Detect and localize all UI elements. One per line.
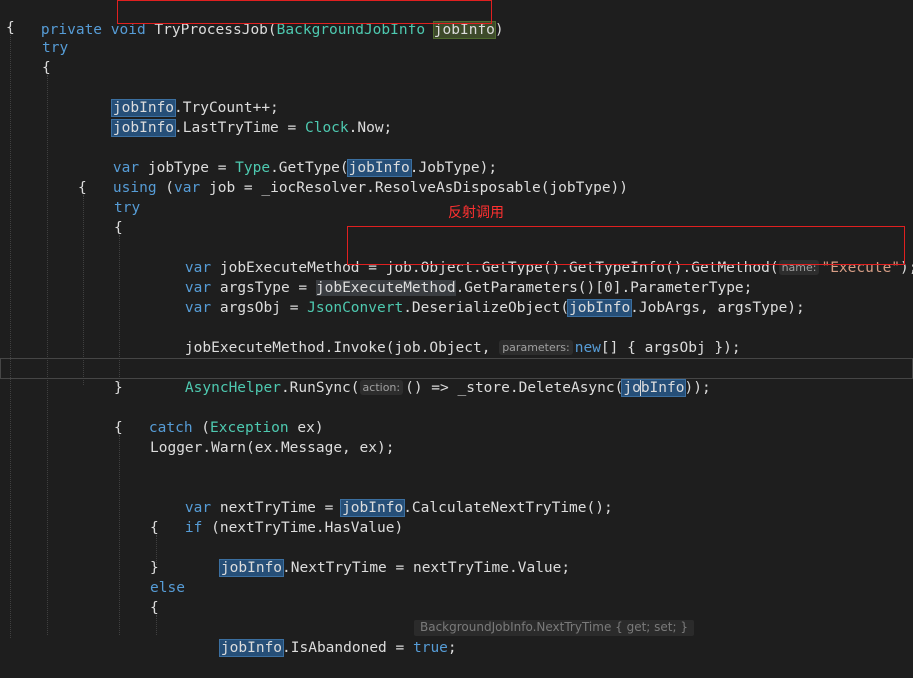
indent-guide — [119, 435, 120, 635]
keyword: new — [574, 340, 601, 356]
code-line-21[interactable]: var nextTryTime = jobInfo.CalculateNextT… — [150, 478, 613, 517]
type-name[interactable]: BackgroundJobInfo — [277, 22, 425, 38]
keyword: true — [412, 640, 448, 656]
code-text: .JobArgs, argsType); — [630, 300, 805, 316]
code-line-6[interactable]: jobInfo.LastTryTime = Clock.Now; — [78, 98, 392, 137]
code-text: argsObj = — [211, 300, 308, 316]
symbol-highlight[interactable]: jobInfo — [110, 119, 177, 137]
code-text: [] { argsObj }); — [600, 340, 741, 356]
code-line-27[interactable]: { — [150, 598, 159, 618]
code-line-3[interactable]: try — [42, 38, 68, 58]
code-line-17[interactable]: } — [114, 378, 123, 398]
code-text: job = _iocResolver.ResolveAsDisposable(j… — [200, 180, 629, 196]
type-name[interactable]: AsyncHelper — [185, 380, 281, 396]
keyword: else — [150, 580, 185, 596]
indent-guide — [156, 615, 157, 635]
symbol-highlight[interactable]: jobInfo — [621, 379, 687, 397]
brace: { — [114, 220, 123, 236]
code-line-14[interactable]: var argsObj = JsonConvert.DeserializeObj… — [150, 278, 805, 317]
code-text: ( — [192, 420, 211, 436]
code-line-16[interactable]: AsyncHelper.RunSync(action:() => _store.… — [150, 358, 711, 397]
keyword: var — [174, 180, 201, 196]
code-line-13[interactable]: var argsType = jobExecuteMethod.GetParam… — [150, 258, 752, 296]
brace: { — [114, 420, 123, 436]
code-text: .LastTryTime = — [174, 120, 305, 136]
brace: { — [6, 20, 15, 36]
keyword: if — [184, 520, 203, 536]
keyword: private — [40, 22, 103, 38]
brace: { — [42, 60, 51, 76]
symbol-highlight[interactable]: jobInfo — [218, 559, 285, 577]
method-name[interactable]: TryProcessJob — [154, 22, 268, 38]
code-text: () => _store.DeleteAsync( — [405, 380, 624, 396]
code-text: (nextTryTime.HasValue) — [202, 520, 404, 536]
brace: { — [150, 520, 159, 536]
keyword: try — [114, 200, 141, 216]
quickinfo-tooltip: BackgroundJobInfo.NextTryTime { get; set… — [414, 620, 694, 636]
symbol-highlight[interactable]: jobInfo — [567, 299, 633, 317]
keyword: catch — [148, 420, 193, 436]
code-line-8[interactable]: using (var job = _iocResolver.ResolveAsD… — [78, 158, 628, 196]
type-name[interactable]: Exception — [210, 420, 289, 436]
annotation-label: 反射调用 — [448, 205, 504, 221]
indent-guide — [47, 75, 48, 635]
code-text: ex) — [288, 420, 324, 436]
code-text: Logger.Warn(ex.Message, ex); — [150, 440, 395, 456]
brace: { — [78, 180, 87, 196]
code-line-11[interactable]: { — [114, 218, 123, 238]
code-text: ; — [447, 640, 457, 656]
code-line-15[interactable]: jobExecuteMethod.Invoke(job.Object, para… — [150, 318, 741, 356]
symbol-highlight[interactable]: jobInfo — [218, 639, 285, 657]
parameter-hint: parameters: — [499, 340, 573, 355]
keyword: try — [42, 40, 69, 56]
code-text: jobExecuteMethod.Invoke(job.Object, — [184, 340, 500, 356]
code-line-23[interactable]: { — [150, 518, 159, 538]
keyword: using — [112, 180, 157, 196]
parameter-highlight[interactable]: jobInfo — [432, 21, 496, 39]
code-text: .CalculateNextTryTime(); — [403, 500, 613, 516]
code-text: bInfo — [640, 380, 685, 396]
code-line-4[interactable]: { — [42, 58, 51, 78]
code-line-20[interactable]: Logger.Warn(ex.Message, ex); — [150, 438, 394, 458]
keyword: var — [184, 300, 212, 316]
brace: } — [114, 380, 123, 396]
punctuation: ( — [267, 22, 277, 38]
code-line-7[interactable]: var jobType = Type.GetType(jobInfo.JobTy… — [78, 138, 497, 177]
brace: { — [150, 600, 159, 616]
indent-guide — [83, 195, 84, 385]
code-line-9[interactable]: { — [78, 178, 87, 198]
indent-guide — [10, 28, 11, 638]
code-text: )); — [684, 380, 711, 396]
code-line-26[interactable]: else — [150, 578, 185, 598]
code-line-5[interactable]: jobInfo.TryCount++; — [78, 78, 279, 117]
code-line-22[interactable]: if (nextTryTime.HasValue) — [150, 498, 403, 536]
code-text: .DeserializeObject( — [403, 300, 570, 316]
code-line-18[interactable]: catch (Exception ex) — [114, 398, 324, 436]
code-text: ( — [156, 180, 175, 196]
code-line-19[interactable]: { — [114, 418, 123, 438]
code-text: .RunSync( — [280, 380, 360, 396]
method-signature-box — [117, 0, 492, 24]
parameter-hint: action: — [359, 380, 404, 395]
brace: } — [150, 560, 159, 576]
code-text: .IsAbandoned = — [282, 640, 413, 656]
code-text: .NextTryTime = nextTryTime.Value; — [282, 560, 571, 576]
code-text: jo — [623, 380, 641, 396]
type-name[interactable]: JsonConvert — [307, 300, 403, 316]
type-name[interactable]: Clock — [305, 120, 349, 136]
code-text: .Now; — [348, 120, 393, 136]
code-line-10[interactable]: try — [114, 198, 140, 218]
code-line-24[interactable]: jobInfo.NextTryTime = nextTryTime.Value; — [186, 538, 570, 577]
code-line-25[interactable]: } — [150, 558, 159, 578]
keyword: void — [110, 22, 146, 38]
punctuation: ) — [494, 22, 504, 38]
code-line-2[interactable]: { — [6, 18, 15, 38]
